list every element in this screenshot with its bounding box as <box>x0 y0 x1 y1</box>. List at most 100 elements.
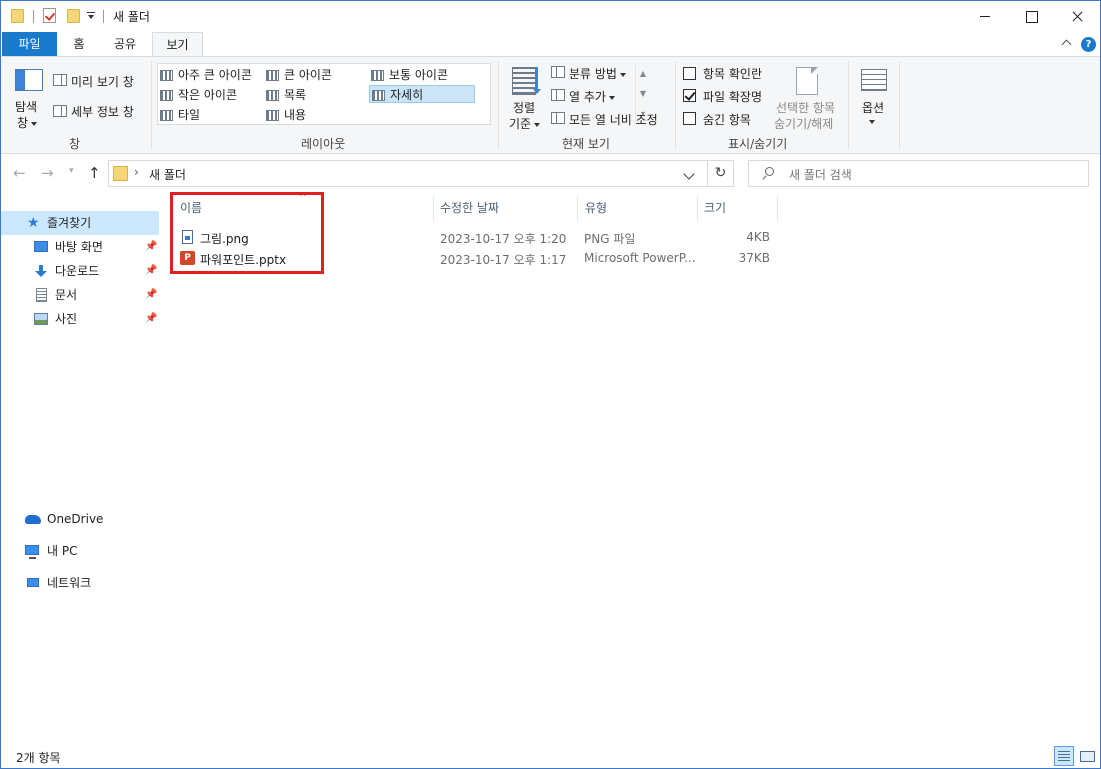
details-view-icon[interactable] <box>1054 746 1074 766</box>
tab-share[interactable]: 공유 <box>101 32 149 56</box>
chevron-down-icon[interactable] <box>683 168 695 180</box>
sort-label-1[interactable]: 정렬 <box>513 99 535 116</box>
size-columns-icon <box>551 112 565 124</box>
recent-locations-icon[interactable]: ▾ <box>69 166 74 176</box>
layout-details[interactable]: 자세히 <box>369 85 475 103</box>
refresh-icon[interactable]: ↻ <box>708 160 734 187</box>
qat-separator <box>33 10 34 23</box>
chevron-down-icon <box>619 72 626 77</box>
back-arrow-icon[interactable]: ← <box>13 164 26 182</box>
column-divider[interactable] <box>433 196 434 221</box>
nav-onedrive[interactable]: OneDrive <box>1 507 159 531</box>
preview-pane-button[interactable]: 미리 보기 창 <box>71 73 134 90</box>
column-header-modified[interactable]: 수정한 날짜 <box>440 200 499 220</box>
nav-documents[interactable]: 문서 📌 <box>1 283 159 307</box>
close-button[interactable] <box>1054 1 1100 31</box>
nav-pane-label-2: 창 <box>17 116 29 130</box>
file-size: 4KB <box>746 230 770 244</box>
hidden-items-checkbox[interactable] <box>683 112 696 125</box>
nav-this-pc[interactable]: 내 PC <box>1 539 159 563</box>
large-icons-view-icon[interactable] <box>1077 746 1097 766</box>
address-path[interactable]: 새 폴더 <box>149 166 186 183</box>
item-checkboxes-checkbox[interactable] <box>683 67 696 80</box>
tab-view[interactable]: 보기 <box>152 32 203 57</box>
pin-icon[interactable]: 📌 <box>145 259 157 283</box>
download-icon <box>34 265 48 277</box>
minimize-button[interactable] <box>962 1 1008 31</box>
group-by-label: 분류 방법 <box>569 67 617 81</box>
group-by-button[interactable]: 분류 방법 <box>569 65 626 82</box>
group-divider <box>899 61 900 149</box>
layout-label: 큰 아이콘 <box>284 68 332 82</box>
qat-separator <box>103 10 104 23</box>
nav-network[interactable]: 네트워크 <box>1 571 159 595</box>
layout-label: 목록 <box>284 88 307 102</box>
add-columns-button[interactable]: 열 추가 <box>569 88 615 105</box>
file-extensions-checkbox[interactable] <box>683 89 696 102</box>
nav-downloads[interactable]: 다운로드 📌 <box>1 259 159 283</box>
hidden-items-label[interactable]: 숨긴 항목 <box>703 111 751 128</box>
group-divider <box>848 61 849 149</box>
scroll-down-icon[interactable]: ▼ <box>636 84 650 104</box>
group-label-pane: 창 <box>69 137 81 151</box>
chevron-up-icon[interactable] <box>1062 38 1072 48</box>
navigation-pane-icon[interactable] <box>15 69 43 91</box>
sort-by-button[interactable]: 기준 <box>509 115 541 132</box>
address-bar[interactable]: › 새 폴더 <box>108 160 708 187</box>
layout-icon <box>372 90 385 101</box>
pin-icon[interactable]: 📌 <box>145 307 157 331</box>
nav-pane-button[interactable]: 창 <box>17 114 38 131</box>
column-header-size[interactable]: 크기 <box>704 200 726 220</box>
search-icon <box>765 167 774 176</box>
file-type: PNG 파일 <box>584 232 636 246</box>
chevron-right-icon[interactable]: › <box>134 165 139 179</box>
options-button[interactable]: 옵션 <box>862 99 884 116</box>
file-size: 37KB <box>738 251 770 265</box>
details-pane-button[interactable]: 세부 정보 창 <box>71 103 134 120</box>
forward-arrow-icon[interactable]: → <box>41 164 54 182</box>
layout-extra-large-icons[interactable]: 아주 큰 아이콘 <box>160 66 252 84</box>
layout-list[interactable]: 목록 <box>266 86 306 104</box>
tab-home[interactable]: 홈 <box>60 32 98 56</box>
file-extensions-label[interactable]: 파일 확장명 <box>703 88 762 105</box>
layout-content[interactable]: 내용 <box>266 106 306 124</box>
search-input[interactable]: 새 폴더 검색 <box>748 160 1089 187</box>
layout-label: 아주 큰 아이콘 <box>178 68 252 82</box>
layout-tiles[interactable]: 타일 <box>160 106 200 124</box>
nav-pictures[interactable]: 사진 📌 <box>1 307 159 331</box>
nav-quick-access[interactable]: ★ 즐겨찾기 <box>1 211 159 235</box>
item-checkboxes-label[interactable]: 항목 확인란 <box>703 65 762 82</box>
customize-qat-icon[interactable] <box>87 10 95 22</box>
pin-icon[interactable]: 📌 <box>145 235 157 259</box>
column-header-type[interactable]: 유형 <box>585 200 607 220</box>
layout-icon <box>160 110 173 121</box>
maximize-button[interactable] <box>1008 1 1054 31</box>
new-folder-icon[interactable] <box>67 9 80 23</box>
column-divider[interactable] <box>697 196 698 221</box>
nav-label: OneDrive <box>47 512 104 526</box>
layout-medium-icons[interactable]: 보통 아이콘 <box>371 66 448 84</box>
tab-file[interactable]: 파일 <box>2 32 57 56</box>
options-icon[interactable] <box>861 69 887 91</box>
help-icon[interactable]: ? <box>1081 37 1096 52</box>
column-divider[interactable] <box>777 196 778 221</box>
file-type: Microsoft PowerP... <box>584 251 696 265</box>
size-all-columns-button[interactable]: 모든 열 너비 조정 <box>569 111 658 128</box>
layout-large-icons[interactable]: 큰 아이콘 <box>266 66 332 84</box>
scroll-up-icon[interactable]: ▲ <box>636 64 650 84</box>
column-divider[interactable] <box>577 196 578 221</box>
nav-pane-label-1[interactable]: 탐색 <box>15 98 37 115</box>
chevron-down-icon <box>31 121 38 126</box>
group-divider <box>151 61 152 149</box>
network-icon <box>27 578 39 587</box>
nav-desktop[interactable]: 바탕 화면 📌 <box>1 235 159 259</box>
layout-small-icons[interactable]: 작은 아이콘 <box>160 86 237 104</box>
layout-icon <box>371 70 384 81</box>
pin-icon[interactable]: 📌 <box>145 283 157 307</box>
ribbon-tabs: 파일 홈 공유 보기 ? <box>1 32 1100 57</box>
up-arrow-icon[interactable]: ↑ <box>88 164 101 182</box>
onedrive-icon <box>25 515 41 524</box>
add-columns-label: 열 추가 <box>569 90 606 104</box>
properties-icon[interactable] <box>43 8 56 23</box>
layout-icon <box>266 110 279 121</box>
